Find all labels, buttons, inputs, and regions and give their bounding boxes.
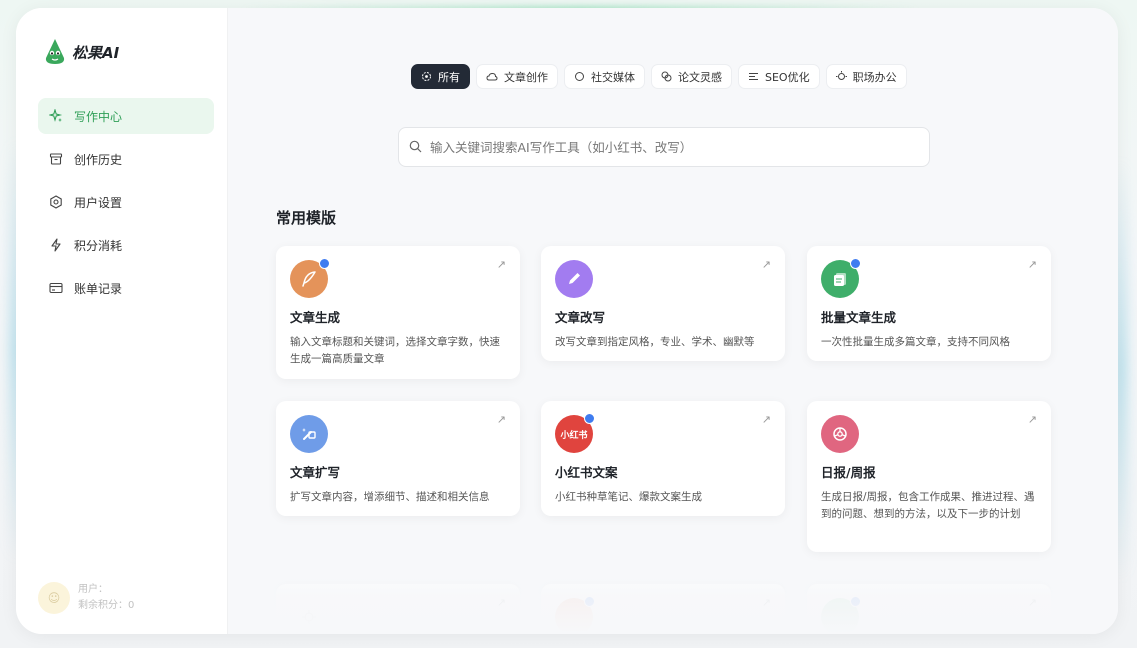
gear-icon: [48, 194, 64, 210]
xiaohongshu-icon-text: 小红书: [560, 430, 588, 441]
tab-article-creation[interactable]: 文章创作: [476, 64, 558, 89]
card-title: 文章生成: [290, 310, 341, 325]
lightning-icon: [48, 237, 64, 253]
sidebar-item-points[interactable]: 积分消耗: [38, 227, 214, 263]
sidebar-item-label: 创作历史: [74, 152, 123, 167]
main-content: 所有 文章创作 社交媒体 论文灵感 SEO优化 职场办公 输入关键词搜索AI写作…: [228, 8, 1118, 634]
brand[interactable]: 松果AI: [44, 38, 119, 66]
badge-icon: [584, 413, 595, 424]
badge-icon: [850, 596, 861, 607]
sidebar-item-label: 积分消耗: [74, 238, 123, 253]
brand-name: 松果AI: [72, 43, 120, 62]
gear-icon: [555, 596, 595, 634]
tab-label: SEO优化: [765, 70, 810, 84]
card-title: 日报/周报: [821, 465, 876, 480]
template-card-article-generation[interactable]: ↗ 文章生成 输入文章标题和关键词，选择文章字数，快速生成一篇高质量文章: [276, 246, 520, 379]
external-link-icon: ↗: [1027, 413, 1037, 426]
avatar: ☺: [38, 582, 70, 614]
card-title: 小红书文案: [555, 465, 618, 480]
external-link-icon: ↗: [496, 413, 506, 426]
crosshair-icon: [290, 598, 328, 634]
archive-icon: [48, 151, 64, 167]
card-title: 文章改写: [555, 310, 606, 325]
sidebar-item-billing[interactable]: 账单记录: [38, 270, 214, 306]
tab-office[interactable]: 职场办公: [825, 64, 907, 89]
quill-icon: [290, 258, 330, 298]
sidebar-item-writing-center[interactable]: 写作中心: [38, 98, 214, 134]
documents-icon: [821, 258, 861, 298]
category-tabs: 所有 文章创作 社交媒体 论文灵感 SEO优化 职场办公: [411, 64, 913, 89]
tab-label: 文章创作: [504, 70, 548, 84]
card-title: 文章扩写: [290, 465, 341, 480]
template-card-faded[interactable]: ↗: [807, 584, 1051, 634]
sparkle-icon: [48, 108, 64, 124]
search-icon: [409, 138, 422, 157]
external-link-icon: ↗: [496, 258, 506, 271]
lines-icon: [748, 71, 759, 82]
tab-social-media[interactable]: 社交媒体: [564, 64, 645, 89]
sidebar-item-label: 账单记录: [74, 281, 123, 296]
search-bar: [398, 127, 930, 167]
sidebar-nav: 写作中心 创作历史 用户设置 积分消耗 账单记录: [38, 98, 214, 313]
template-card-batch-generation[interactable]: ↗ 批量文章生成 一次性批量生成多篇文章，支持不同风格: [807, 246, 1051, 361]
external-link-icon: ↗: [496, 596, 506, 609]
target-icon: [421, 71, 432, 82]
tab-all[interactable]: 所有: [411, 64, 470, 89]
tab-label: 职场办公: [852, 70, 897, 84]
sidebar-item-history[interactable]: 创作历史: [38, 141, 214, 177]
badge-icon: [850, 258, 861, 269]
tab-label: 论文灵感: [678, 70, 722, 84]
cloud-icon: [486, 71, 498, 82]
external-link-icon: ↗: [761, 413, 771, 426]
external-link-icon: ↗: [1027, 258, 1037, 271]
sidebar-item-settings[interactable]: 用户设置: [38, 184, 214, 220]
badge-icon: [319, 258, 330, 269]
badge-icon: [584, 596, 595, 607]
search-input[interactable]: [430, 139, 910, 155]
tab-label: 所有: [438, 70, 460, 84]
card-description: 小红书种草笔记、爆款文案生成: [555, 491, 702, 503]
external-link-icon: ↗: [1027, 596, 1037, 609]
tab-seo[interactable]: SEO优化: [738, 64, 820, 89]
template-card-xiaohongshu[interactable]: ↗ 小红书 小红书文案 小红书种草笔记、爆款文案生成: [541, 401, 785, 516]
card-description: 生成日报/周报，包含工作成果、推进过程、遇到的问题、想到的方法，以及下一步的计划: [821, 491, 1035, 520]
external-link-icon: ↗: [761, 258, 771, 271]
aperture-icon: [821, 415, 859, 453]
card-description: 输入文章标题和关键词，选择文章字数，快速生成一篇高质量文章: [290, 336, 500, 365]
tab-paper-inspiration[interactable]: 论文灵感: [651, 64, 732, 89]
pencil-icon: [555, 260, 593, 298]
template-card-faded[interactable]: ↗: [541, 584, 785, 634]
tab-label: 社交媒体: [591, 70, 635, 84]
copy-icon: [661, 71, 672, 82]
template-card-faded[interactable]: ↗: [276, 584, 520, 634]
template-card-article-expand[interactable]: ↗ 文章扩写 扩写文章内容，增添细节、描述和相关信息: [276, 401, 520, 516]
app-window: 松果AI 写作中心 创作历史 用户设置 积分消耗 账单记录 ☺ 用户： 剩余积分…: [16, 8, 1118, 634]
template-card-daily-report[interactable]: ↗ 日报/周报 生成日报/周报，包含工作成果、推进过程、遇到的问题、想到的方法，…: [807, 401, 1051, 552]
user-name: 用户：: [78, 584, 108, 595]
sidebar-item-label: 写作中心: [74, 109, 123, 124]
external-link-icon: ↗: [761, 596, 771, 609]
sidebar-item-label: 用户设置: [74, 195, 123, 210]
card-description: 改写文章到指定风格，专业、学术、幽默等: [555, 336, 755, 348]
user-profile[interactable]: ☺ 用户： 剩余积分：0: [38, 582, 134, 614]
card-icon: [48, 280, 64, 296]
xiaohongshu-icon: 小红书: [555, 413, 595, 453]
circle-icon: [574, 71, 585, 82]
wand-icon: [290, 415, 328, 453]
template-card-article-rewrite[interactable]: ↗ 文章改写 改写文章到指定风格，专业、学术、幽默等: [541, 246, 785, 361]
sun-icon: [835, 71, 847, 82]
sidebar: 松果AI 写作中心 创作历史 用户设置 积分消耗 账单记录 ☺ 用户： 剩余积分…: [16, 8, 228, 634]
square-icon: [821, 596, 861, 634]
card-description: 扩写文章内容，增添细节、描述和相关信息: [290, 491, 490, 503]
section-title: 常用模版: [276, 209, 337, 227]
card-title: 批量文章生成: [821, 310, 897, 325]
user-points: 剩余积分：0: [78, 600, 135, 611]
card-description: 一次性批量生成多篇文章，支持不同风格: [821, 336, 1010, 348]
pinecone-logo-icon: [44, 38, 66, 66]
